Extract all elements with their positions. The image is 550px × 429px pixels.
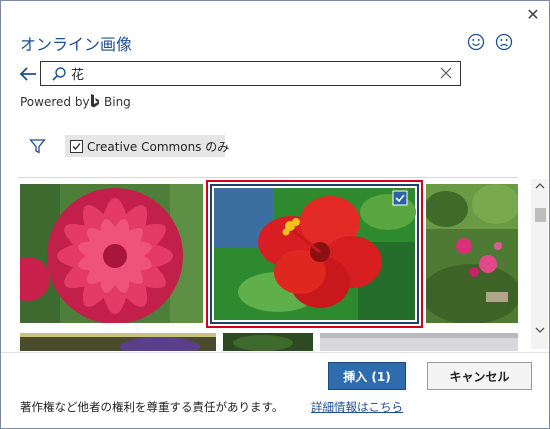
scrollbar-thumb[interactable] [535,208,546,222]
dahlia-image [20,184,203,323]
online-pictures-dialog: オンライン画像 ✕ Powered by Bing [0,0,550,429]
image-result-dahlia[interactable] [20,184,203,323]
bing-logo-icon [91,94,99,108]
insert-button[interactable]: 挿入 (1) [328,362,406,390]
image-result-hibiscus-selected[interactable] [206,180,423,328]
chevron-up-icon[interactable] [534,181,546,191]
thumbnail-image [320,333,518,351]
powered-by-label: Powered by [20,95,90,109]
clear-search-icon[interactable] [439,66,453,80]
filter-icon[interactable] [29,138,46,155]
thumbnail-image [20,333,216,351]
back-arrow-icon[interactable] [18,65,38,83]
image-result-peonies[interactable] [426,184,518,323]
selected-check-icon [395,194,405,203]
image-result-thumbnail[interactable] [223,333,313,351]
frown-icon[interactable] [495,33,513,51]
hibiscus-image [208,182,421,326]
creative-commons-checkbox[interactable] [70,140,83,153]
image-result-thumbnail[interactable] [320,333,518,351]
creative-commons-label: Creative Commons のみ [87,140,230,154]
dialog-title: オンライン画像 [20,35,133,54]
chevron-down-icon[interactable] [534,325,546,335]
creative-commons-filter[interactable]: Creative Commons のみ [65,135,229,157]
more-info-link[interactable]: 詳細情報はこちら [311,399,403,415]
bing-brand: Bing [104,95,131,109]
search-input[interactable] [71,64,431,83]
search-icon [52,67,66,81]
close-icon[interactable]: ✕ [523,5,543,25]
footer-divider [1,352,549,353]
copyright-notice: 著作権など他者の権利を尊重する責任があります。 [20,400,284,414]
results-scrollbar[interactable] [531,179,548,349]
peony-garden-image [426,184,518,323]
divider [18,177,518,178]
search-box [40,61,461,86]
thumbnail-image [223,333,313,351]
image-result-thumbnail[interactable] [20,333,216,351]
cancel-button[interactable]: キャンセル [427,362,532,390]
smile-icon[interactable] [467,33,485,51]
